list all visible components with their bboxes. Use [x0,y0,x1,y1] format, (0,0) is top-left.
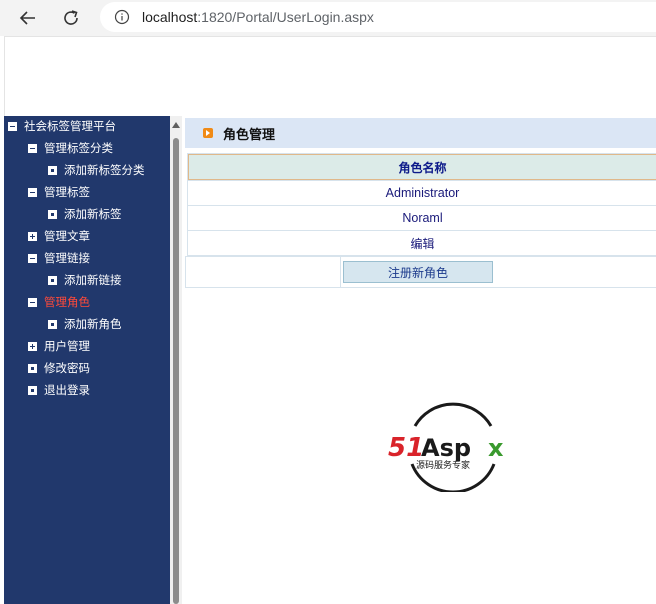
button-row-label-cell [186,257,341,287]
tree-item-add-tag-category[interactable]: 添加新标签分类 [48,161,145,179]
brand-51: 51 [388,433,424,463]
roles-table: 角色名称 Administrator Noraml 编辑 [187,153,656,256]
expand-icon[interactable] [28,341,37,351]
brand-logo: 51 Asp x 源码服务专家 [388,402,518,494]
tree-root[interactable]: 社会标签管理平台 [8,117,116,135]
tree-item-label: 用户管理 [44,339,90,353]
main-content: 角色管理 角色名称 Administrator Noraml 编辑 注册新角色 … [183,116,656,604]
table-row: Administrator [188,180,656,205]
collapse-icon[interactable] [8,121,17,131]
collapse-icon[interactable] [28,187,37,197]
reload-button[interactable] [58,5,84,31]
tree-item-label: 退出登录 [44,383,90,397]
tree-item-label: 管理文章 [44,229,90,243]
url-path: :1820/Portal/UserLogin.aspx [197,9,374,25]
tree-item-add-link[interactable]: 添加新链接 [48,271,122,289]
edit-link[interactable]: 编辑 [188,230,656,255]
leaf-node-icon [48,275,57,285]
scrollbar-thumb[interactable] [173,138,179,604]
brand-tagline: 源码服务专家 [416,459,470,471]
collapse-icon[interactable] [28,253,37,263]
leaf-node-icon [28,363,37,373]
back-arrow-icon [19,11,35,25]
page-header-area [4,36,656,117]
table-row: Noraml [188,205,656,230]
brand-x: x [488,434,504,462]
tree-item-user-management[interactable]: 用户管理 [28,337,90,355]
address-bar[interactable]: localhost:1820/Portal/UserLogin.aspx [100,2,656,32]
sidebar-scrollbar[interactable] [170,116,182,604]
site-info-icon[interactable] [114,9,130,25]
tree-item-label: 管理链接 [44,251,90,265]
tree-item-label: 修改密码 [44,361,90,375]
tree-item-label: 管理标签分类 [44,141,113,155]
tree-item-label: 管理标签 [44,185,90,199]
browser-toolbar: localhost:1820/Portal/UserLogin.aspx [0,0,656,36]
tree-item-manage-tag-category[interactable]: 管理标签分类 [28,139,113,157]
url-host: localhost [142,9,198,25]
tree-item-manage-articles[interactable]: 管理文章 [28,227,90,245]
collapse-icon[interactable] [28,297,37,307]
back-button[interactable] [15,5,41,31]
register-new-role-button[interactable]: 注册新角色 [343,261,493,283]
scroll-up-arrow-icon[interactable] [172,122,180,128]
tree-item-label: 添加新链接 [64,273,122,287]
tree-item-change-password[interactable]: 修改密码 [28,359,90,377]
section-title: 角色管理 [223,127,276,143]
tree-item-label: 添加新标签分类 [64,163,145,177]
leaf-node-icon [28,385,37,395]
reload-icon [64,10,78,25]
tree-item-logout[interactable]: 退出登录 [28,381,90,399]
leaf-node-icon [48,209,57,219]
tree-item-manage-tags[interactable]: 管理标签 [28,183,90,201]
tree-item-add-tag[interactable]: 添加新标签 [48,205,122,223]
brand-asp: Asp [421,434,471,462]
brand-logo-graphic: 51 Asp x 源码服务专家 [388,402,504,494]
leaf-node-icon [48,165,57,175]
tree-item-add-role[interactable]: 添加新角色 [48,315,122,333]
tree-item-manage-roles[interactable]: 管理角色 [28,293,90,311]
tree-item-label: 管理角色 [44,295,90,309]
tree-item-manage-links[interactable]: 管理链接 [28,249,90,267]
collapse-icon[interactable] [28,143,37,153]
sidebar-tree: 社会标签管理平台 管理标签分类 添加新标签分类 管理标签 添加新标签 管理文章 … [4,116,170,604]
tree-item-label: 添加新标签 [64,207,122,221]
column-header-role-name: 角色名称 [188,154,656,180]
leaf-node-icon [48,319,57,329]
section-header: 角色管理 [185,118,656,148]
tree-item-label: 添加新角色 [64,317,122,331]
url-text: localhost:1820/Portal/UserLogin.aspx [142,9,374,25]
play-arrow-icon [203,128,213,138]
tree-root-label: 社会标签管理平台 [24,119,116,133]
button-row: 注册新角色 [185,256,656,288]
expand-icon[interactable] [28,231,37,241]
